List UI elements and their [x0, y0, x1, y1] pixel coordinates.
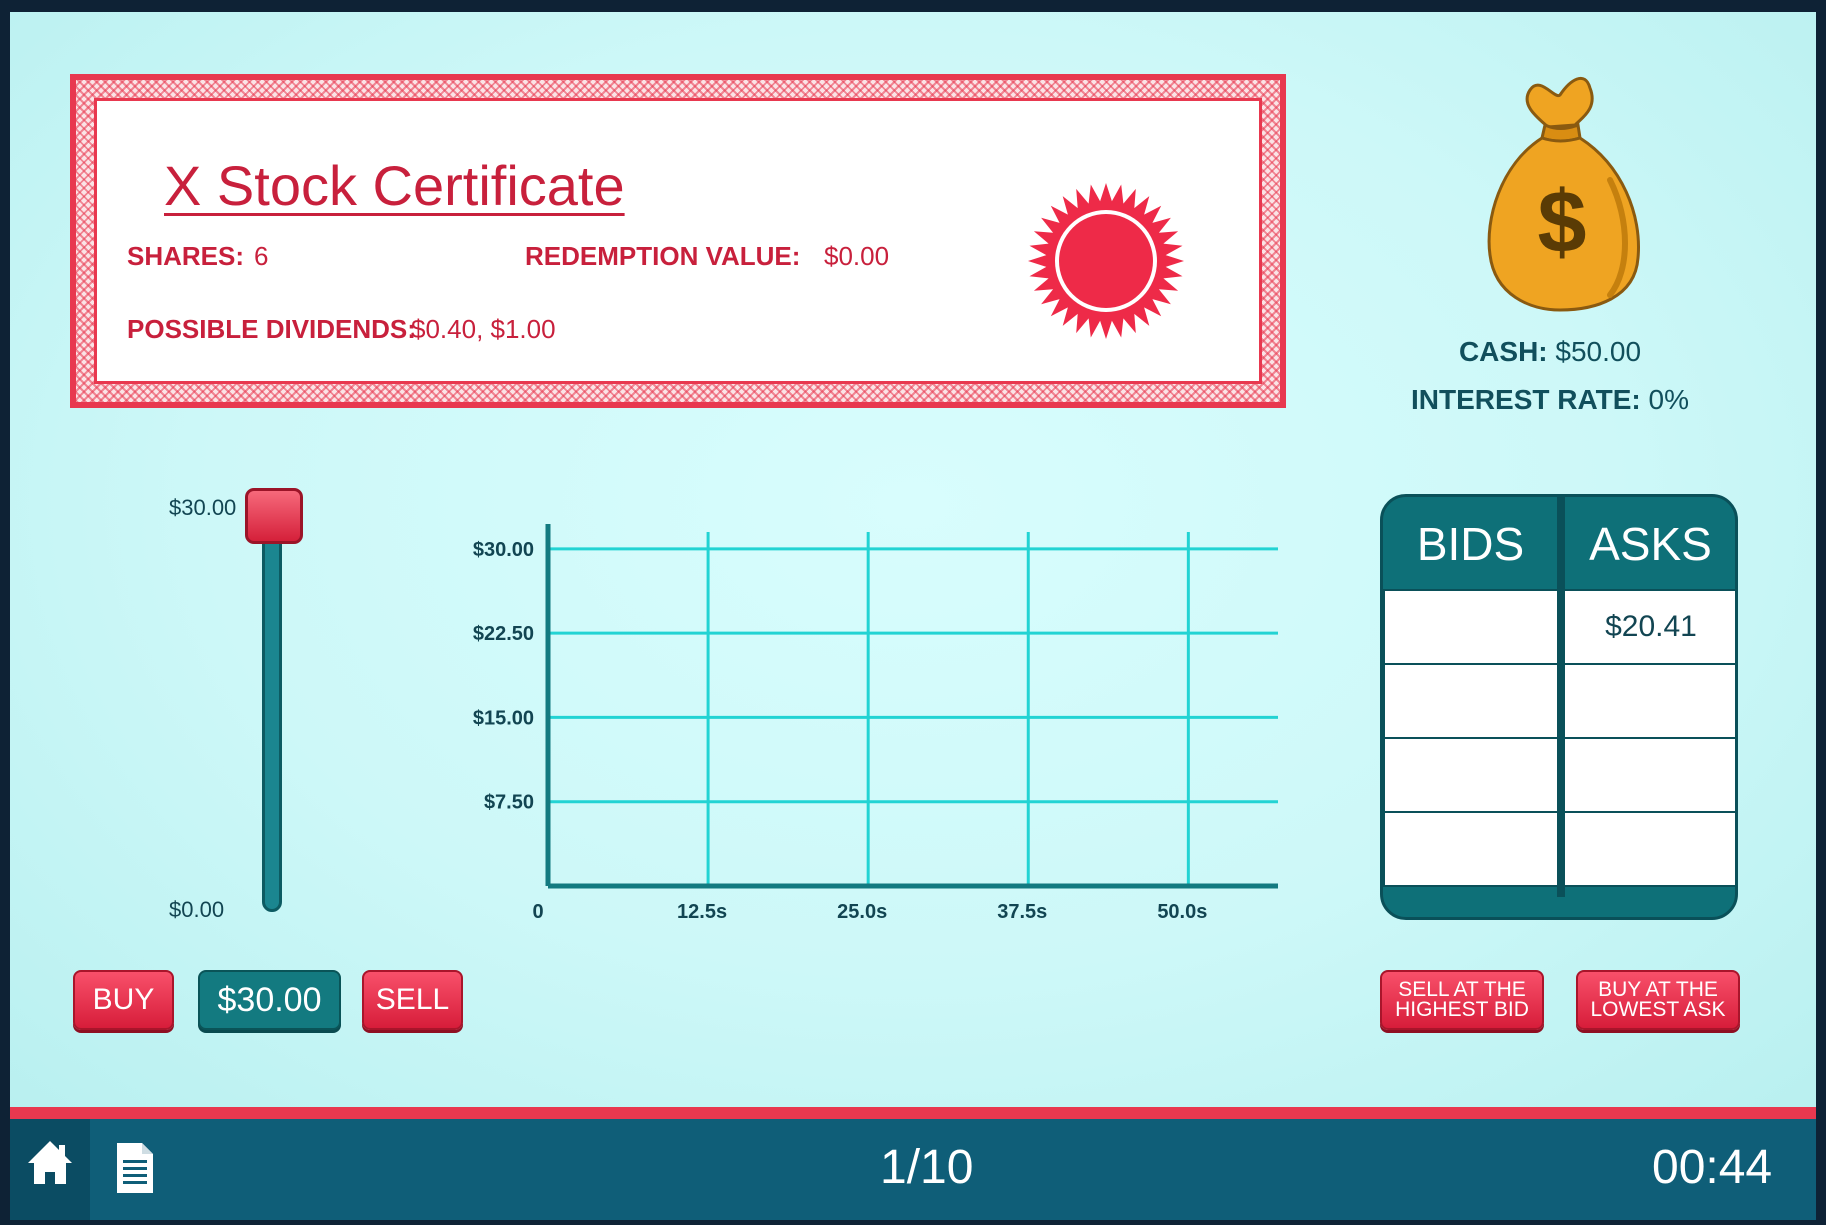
- bids-header: BIDS: [1416, 518, 1525, 570]
- button-line: LOWEST ASK: [1590, 998, 1726, 1021]
- order-book: BIDS ASKS $20.41: [1380, 494, 1738, 920]
- buy-at-lowest-ask-button[interactable]: BUY AT THE LOWEST ASK: [1576, 970, 1740, 1030]
- redemption-value: $0.00: [824, 241, 890, 271]
- round-progress: 1/10: [880, 1141, 974, 1194]
- asks-header: ASKS: [1589, 518, 1712, 570]
- sell-at-highest-bid-button[interactable]: SELL AT THE HIGHEST BID: [1380, 970, 1544, 1030]
- cash-value: $50.00: [1555, 336, 1642, 367]
- cash-label: CASH:: [1458, 336, 1548, 367]
- chart-axes: [545, 524, 1278, 889]
- interest-label: INTEREST RATE:: [1411, 384, 1641, 415]
- chart-tick-labels: $7.50 $15.00 $22.50 $30.00 0 12.5s 25.0s 37.5s 5…: [473, 539, 1208, 923]
- countdown-timer: 00:44: [1652, 1141, 1773, 1194]
- money-bag-icon: $: [1487, 76, 1640, 312]
- x-tick-label: 37.5s: [997, 901, 1047, 923]
- bid-cell[interactable]: [1383, 811, 1559, 887]
- interest-value: 0%: [1648, 384, 1689, 415]
- slider-min-label: $0.00: [169, 897, 225, 922]
- price-chart: $7.50 $15.00 $22.50 $30.00 0 12.5s 25.0s 37.5s 5…: [473, 524, 1278, 923]
- cash-readout: CASH: $50.00: [1300, 336, 1800, 368]
- interest-readout: INTEREST RATE: 0%: [1300, 384, 1800, 416]
- shares-label: SHARES:: [127, 241, 245, 271]
- ask-cell[interactable]: [1563, 811, 1735, 887]
- x-tick-label: 50.0s: [1157, 901, 1207, 923]
- price-slider-handle[interactable]: [245, 488, 303, 544]
- price-display: $30.00: [198, 970, 341, 1030]
- y-tick-label: $7.50: [484, 792, 534, 814]
- home-icon: [28, 1141, 72, 1184]
- y-tick-label: $30.00: [473, 539, 534, 561]
- button-line: HIGHEST BID: [1395, 998, 1529, 1021]
- svg-text:$: $: [1538, 172, 1587, 271]
- redemption-label: REDEMPTION VALUE:: [525, 241, 801, 271]
- bottom-divider: [10, 1107, 1816, 1119]
- dividends-value: $0.40, $1.00: [411, 314, 556, 344]
- y-tick-label: $22.50: [473, 623, 534, 645]
- bid-cell[interactable]: [1383, 663, 1559, 739]
- x-tick-label: 12.5s: [677, 901, 727, 923]
- button-line: BUY AT THE: [1598, 978, 1718, 1001]
- ask-cell[interactable]: [1563, 737, 1735, 813]
- certificate-body: X Stock Certificate SHARES: 6 REDEMPTION…: [94, 98, 1262, 384]
- price-slider-track[interactable]: [262, 520, 282, 912]
- seal-icon: [1028, 183, 1184, 339]
- bid-cell[interactable]: [1383, 737, 1559, 813]
- document-icon[interactable]: [114, 1140, 156, 1196]
- bid-cell[interactable]: [1383, 589, 1559, 665]
- ask-cell[interactable]: $20.41: [1563, 589, 1735, 665]
- x-tick-label: 25.0s: [837, 901, 887, 923]
- chart-grid: [548, 532, 1278, 886]
- certificate-title: X Stock Certificate: [164, 154, 625, 217]
- ask-cell[interactable]: [1563, 663, 1735, 739]
- home-button[interactable]: [10, 1119, 90, 1220]
- slider-max-label: $30.00: [169, 495, 237, 520]
- sell-button[interactable]: SELL: [362, 970, 463, 1030]
- stock-certificate: X Stock Certificate SHARES: 6 REDEMPTION…: [70, 74, 1286, 408]
- x-tick-label: 0: [532, 901, 543, 923]
- dividends-label: POSSIBLE DIVIDENDS:: [127, 314, 416, 344]
- shares-value: 6: [254, 241, 269, 271]
- button-line: SELL AT THE: [1398, 978, 1526, 1001]
- y-tick-label: $15.00: [473, 707, 534, 729]
- buy-button[interactable]: BUY: [73, 970, 174, 1030]
